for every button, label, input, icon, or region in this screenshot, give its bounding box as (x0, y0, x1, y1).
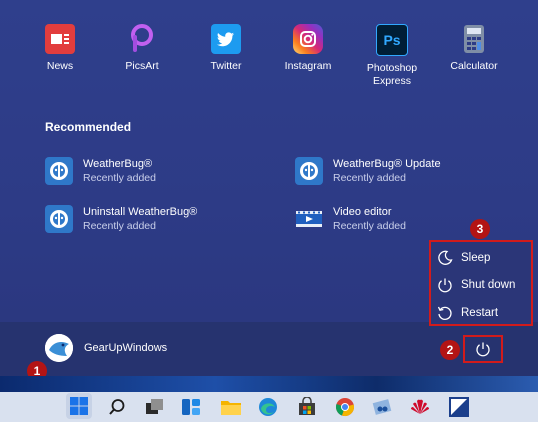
chrome-icon[interactable] (334, 396, 356, 418)
recommended-item-title: Uninstall WeatherBug® (83, 206, 198, 218)
instagram-icon (293, 24, 323, 54)
power-menu-label: Restart (461, 307, 499, 319)
power-menu: Sleep Shut down Restart (429, 240, 533, 326)
edge-icon[interactable] (257, 396, 279, 418)
weatherbug-icon (45, 205, 73, 233)
photoshop-glyph: Ps (383, 32, 401, 48)
search-icon[interactable] (106, 396, 128, 418)
task-view-icon[interactable] (144, 396, 166, 418)
pinned-app-photoshop-express[interactable]: Ps Photoshop Express (352, 24, 432, 88)
power-menu-label: Shut down (461, 279, 516, 291)
app-label: News (46, 60, 74, 72)
power-menu-restart[interactable]: Restart (437, 305, 498, 321)
twitter-icon (211, 24, 241, 54)
app-label: PicsArt (125, 60, 159, 72)
app-label: Twitter (210, 60, 242, 72)
photoshop-express-icon: Ps (376, 24, 408, 56)
recommended-item-title: WeatherBug® Update (333, 158, 441, 170)
recommended-heading: Recommended (45, 120, 132, 134)
restart-icon (437, 306, 452, 320)
store-icon[interactable] (296, 396, 318, 418)
step-badge-3: 3 (470, 219, 490, 239)
power-menu-sleep[interactable]: Sleep (437, 250, 490, 266)
widgets-icon[interactable] (180, 396, 202, 418)
pinned-app-instagram[interactable]: Instagram (268, 24, 348, 73)
app-label: Calculator (450, 60, 498, 72)
snipping-tool-icon[interactable] (371, 396, 393, 418)
pinned-apps: News PicsArt Twitter Instagram Ps Photos… (0, 0, 538, 100)
power-button[interactable] (463, 335, 503, 363)
file-explorer-icon[interactable] (220, 396, 242, 418)
pinned-app-calculator[interactable]: Calculator (434, 24, 514, 73)
recommended-item-subtitle: Recently added (333, 220, 406, 232)
video-editor-icon (295, 205, 323, 233)
power-icon (438, 278, 452, 293)
recommended-item-subtitle: Recently added (83, 220, 156, 232)
pinned-app-news[interactable]: News (20, 24, 100, 73)
huawei-icon[interactable] (409, 396, 431, 418)
recommended-item-title: WeatherBug® (83, 158, 153, 170)
calculator-icon (459, 24, 489, 54)
recommended-item-subtitle: Recently added (333, 172, 406, 184)
power-menu-shut-down[interactable]: Shut down (437, 277, 515, 293)
wallpaper-strip (0, 376, 538, 392)
weatherbug-icon (295, 157, 323, 185)
recommended-item-weatherbug-update[interactable]: WeatherBug® Update Recently added (295, 157, 441, 185)
moon-icon (438, 250, 453, 265)
recommended-item-subtitle: Recently added (83, 172, 156, 184)
pinned-app-twitter[interactable]: Twitter (186, 24, 266, 73)
power-icon (476, 342, 490, 357)
weatherbug-icon (45, 157, 73, 185)
start-icon[interactable] (66, 393, 92, 419)
step-badge-2: 2 (440, 340, 460, 360)
news-icon (45, 24, 75, 54)
pinned-app-picsart[interactable]: PicsArt (102, 24, 182, 73)
app-label: Photoshop Express (366, 62, 418, 87)
recommended-item-weatherbug[interactable]: WeatherBug® Recently added (45, 157, 156, 185)
avatar[interactable] (45, 334, 73, 362)
recommended-item-video-editor[interactable]: Video editor Recently added (295, 205, 406, 233)
app-label: Instagram (284, 60, 332, 72)
recommended-item-uninstall-weatherbug[interactable]: Uninstall WeatherBug® Recently added (45, 205, 197, 233)
app-icon[interactable] (448, 396, 470, 418)
user-name: GearUpWindows (84, 342, 168, 354)
picsart-icon (127, 24, 157, 54)
power-menu-label: Sleep (461, 252, 491, 264)
recommended-item-title: Video editor (333, 206, 392, 218)
